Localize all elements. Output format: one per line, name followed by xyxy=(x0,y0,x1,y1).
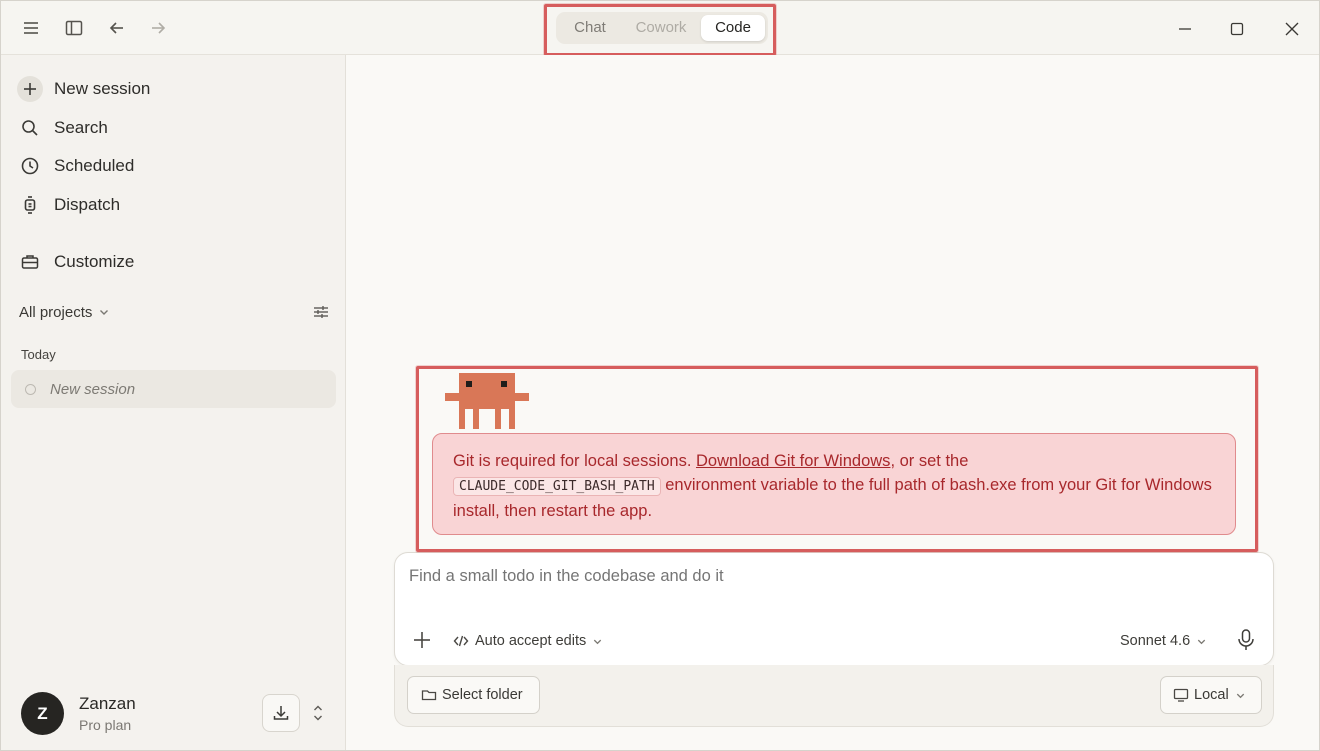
microphone-icon[interactable] xyxy=(1235,628,1257,652)
tab-chat[interactable]: Chat xyxy=(559,15,621,41)
user-plan: Pro plan xyxy=(79,717,132,733)
composer-footer: Select folder Local xyxy=(394,665,1274,727)
download-git-link[interactable]: Download Git for Windows xyxy=(696,452,890,470)
chevron-down-icon xyxy=(1236,693,1244,698)
sidebar-item-new-session[interactable]: New session xyxy=(17,74,317,104)
monitor-icon xyxy=(1173,688,1189,702)
avatar[interactable]: Z xyxy=(21,692,64,735)
tab-cowork[interactable]: Cowork xyxy=(621,15,701,41)
error-text: Git is required for local sessions. xyxy=(453,452,697,470)
sidebar-item-scheduled[interactable]: Scheduled xyxy=(17,151,317,181)
sidebar: New session Search Scheduled Dispatch Cu… xyxy=(1,55,346,750)
chevron-down-icon xyxy=(594,639,602,644)
env-var-code: CLAUDE_CODE_GIT_BASH_PATH xyxy=(453,477,661,496)
watch-icon xyxy=(17,192,43,218)
maximize-icon[interactable] xyxy=(1223,15,1251,43)
close-icon[interactable] xyxy=(1278,15,1306,43)
forward-arrow-icon[interactable] xyxy=(145,15,171,41)
prompt-input[interactable] xyxy=(409,567,1249,586)
sidebar-item-label: Search xyxy=(54,118,108,137)
app-window: Chat Cowork Code New session Search Sche… xyxy=(0,0,1320,751)
sidebar-item-label: Scheduled xyxy=(54,156,135,175)
sidebar-item-label: New session xyxy=(54,79,151,98)
section-label-today: Today xyxy=(21,347,56,362)
clock-icon xyxy=(17,153,43,179)
sidebar-item-label: Dispatch xyxy=(54,195,121,214)
back-arrow-icon[interactable] xyxy=(104,15,130,41)
user-profile[interactable]: Z Zanzan Pro plan xyxy=(21,692,331,736)
code-brackets-icon xyxy=(453,635,469,647)
sidebar-item-search[interactable]: Search xyxy=(17,113,317,143)
menu-icon[interactable] xyxy=(18,15,44,41)
toolbox-icon xyxy=(17,249,43,275)
sidebar-item-dispatch[interactable]: Dispatch xyxy=(17,190,317,220)
folder-icon xyxy=(421,690,437,701)
title-bar: Chat Cowork Code xyxy=(1,1,1319,55)
chevron-down-icon xyxy=(100,310,109,315)
sidebar-item-label: Customize xyxy=(54,252,135,271)
sidebar-item-customize[interactable]: Customize xyxy=(17,247,317,277)
projects-filter-label: All projects xyxy=(19,303,93,321)
mode-switcher: Chat Cowork Code xyxy=(556,12,768,44)
auto-accept-label: Auto accept edits xyxy=(475,633,587,649)
environment-label: Local xyxy=(1194,687,1229,703)
model-selector[interactable]: Sonnet 4.6 xyxy=(1120,630,1207,652)
search-icon xyxy=(17,115,43,141)
session-item[interactable]: New session xyxy=(11,370,336,408)
model-label: Sonnet 4.6 xyxy=(1120,633,1191,649)
select-folder-button[interactable]: Select folder xyxy=(407,676,540,714)
environment-selector[interactable]: Local xyxy=(1160,676,1262,714)
main-panel: Git is required for local sessions. Down… xyxy=(346,55,1319,750)
mascot-icon xyxy=(445,373,529,429)
git-required-error: Git is required for local sessions. Down… xyxy=(432,433,1236,535)
download-icon xyxy=(273,706,289,720)
minimize-icon[interactable] xyxy=(1171,15,1199,43)
session-item-label: New session xyxy=(50,380,136,398)
tab-code[interactable]: Code xyxy=(701,15,765,41)
projects-filter[interactable]: All projects xyxy=(19,301,331,323)
error-text: , or set the xyxy=(890,452,969,470)
download-button[interactable] xyxy=(262,694,300,732)
auto-accept-dropdown[interactable]: Auto accept edits xyxy=(453,630,603,652)
filter-sliders-icon[interactable] xyxy=(311,302,331,322)
add-attachment-icon[interactable] xyxy=(411,629,433,651)
plus-icon xyxy=(17,76,43,102)
select-folder-label: Select folder xyxy=(442,687,523,703)
session-status-dot xyxy=(25,383,36,395)
sidebar-toggle-icon[interactable] xyxy=(61,15,87,41)
user-name: Zanzan xyxy=(79,694,136,713)
expand-chevrons-icon[interactable] xyxy=(311,702,325,724)
composer: Auto accept edits Sonnet 4.6 xyxy=(394,552,1274,666)
chevron-down-icon xyxy=(1197,639,1206,644)
